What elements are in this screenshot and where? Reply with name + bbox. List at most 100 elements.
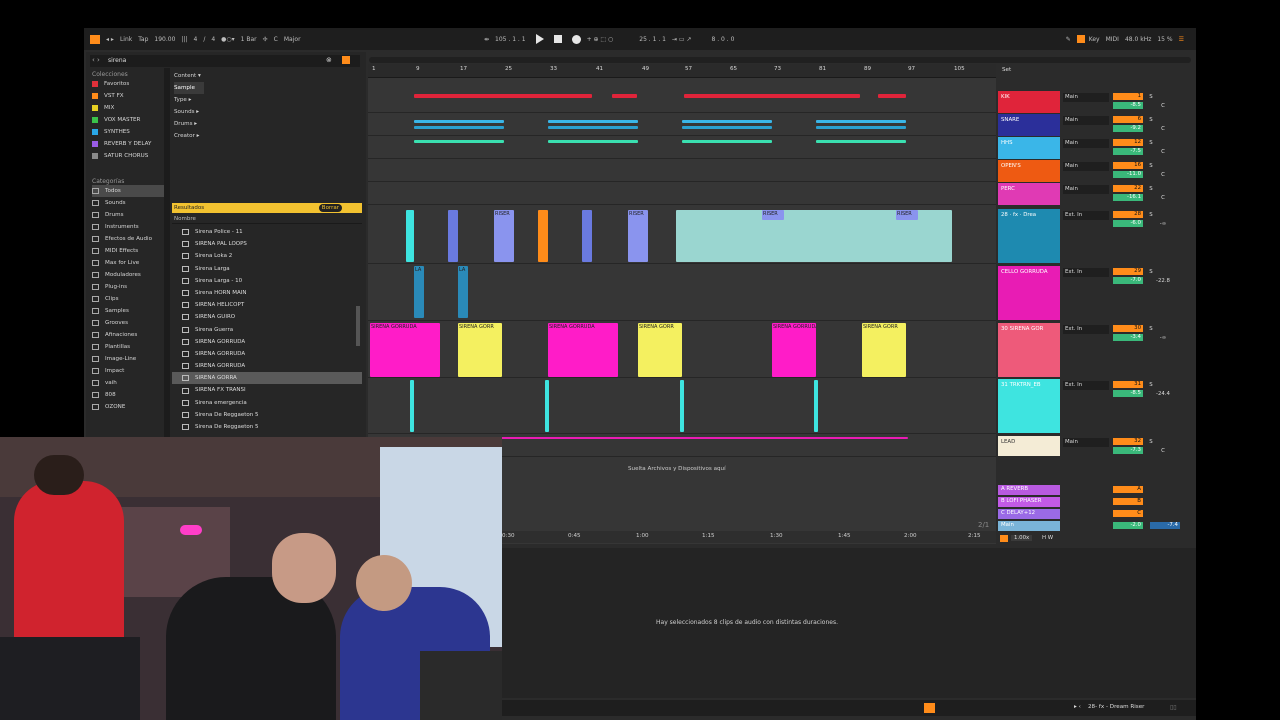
result-row[interactable]: SIRENA GORRUDA	[172, 336, 362, 348]
bar-ruler[interactable]: 1 9 17 25 33 41 49 57 65 73 81 89 97 105	[368, 64, 996, 78]
hw-buttons[interactable]: H W	[1042, 535, 1053, 541]
category-item[interactable]: Sounds	[92, 197, 164, 209]
track-routing-select[interactable]: Main	[1063, 116, 1109, 125]
category-item[interactable]: Instruments	[92, 221, 164, 233]
category-item[interactable]: Max for Live	[92, 257, 164, 269]
result-row[interactable]: Sirena Larga - 10	[172, 275, 362, 287]
category-item[interactable]: Plantillas	[92, 341, 164, 353]
pan-value[interactable]: -∞	[1153, 334, 1173, 342]
hh-pattern-clip[interactable]	[816, 140, 906, 143]
tap-button[interactable]: Tap	[138, 36, 148, 43]
riser-clip[interactable]: RISER	[494, 210, 514, 262]
track-volume[interactable]: -7.5	[1113, 148, 1143, 155]
kick-clip[interactable]	[612, 94, 637, 98]
browser-scrollbar[interactable]	[164, 68, 170, 438]
play-icon[interactable]	[535, 34, 544, 44]
pan-value[interactable]: C	[1153, 102, 1173, 110]
result-row[interactable]: SIRENA FX TRANSI	[172, 384, 362, 396]
track-routing-select[interactable]: Ext. In	[1063, 211, 1109, 220]
track-volume[interactable]: -8.5	[1113, 102, 1143, 109]
result-row[interactable]: Sirena Loka 2	[172, 250, 362, 262]
snare-pattern-clip[interactable]	[414, 120, 504, 123]
record-mode-icon[interactable]: ●○▾	[221, 36, 234, 43]
name-header[interactable]: Nombre	[172, 214, 362, 224]
category-item[interactable]: Moduladores	[92, 269, 164, 281]
pan-value[interactable]: C	[1153, 148, 1173, 156]
snare-pattern-clip[interactable]	[816, 120, 906, 123]
track-number[interactable]: 29	[1113, 268, 1143, 275]
kick-clip[interactable]	[878, 94, 906, 98]
return-track-header[interactable]: C DELAY+12	[998, 509, 1060, 519]
category-item[interactable]: Impact	[92, 365, 164, 377]
scale-select[interactable]: Major	[284, 36, 301, 43]
track-lane[interactable]	[368, 113, 996, 136]
category-item[interactable]: MIDI Effects	[92, 245, 164, 257]
result-row[interactable]: Sirena Larga	[172, 263, 362, 275]
solo-button[interactable]: S	[1146, 139, 1156, 147]
track-number[interactable]: 30	[1113, 325, 1143, 332]
return-track-header[interactable]: Main	[998, 521, 1060, 531]
quantize-select[interactable]: 1 Bar	[241, 36, 257, 43]
category-item[interactable]: Samples	[92, 305, 164, 317]
key-map-label[interactable]: Key	[1089, 36, 1100, 43]
status-warning-icon[interactable]	[924, 703, 935, 713]
collection-item[interactable]: Favoritos	[92, 78, 164, 90]
riser-clip[interactable]	[448, 210, 458, 262]
track-header[interactable]: PERC	[998, 183, 1060, 205]
sirena-clip[interactable]: SIRENA GORRUDA	[772, 323, 816, 377]
riser-clip[interactable]: RISER	[628, 210, 648, 262]
snare-pattern-clip[interactable]	[548, 126, 638, 129]
track-number[interactable]: 28	[1113, 211, 1143, 218]
track-number[interactable]: 32	[1113, 438, 1143, 445]
filter-item[interactable]: Sounds ▸	[174, 106, 274, 118]
result-row[interactable]: SIRENA GORRUDA	[172, 348, 362, 360]
loop-start-field[interactable]: 25 . 1 . 1	[639, 36, 666, 43]
collection-item[interactable]: MIX	[92, 102, 164, 114]
scale-icon[interactable]: ✢	[263, 36, 268, 43]
search-nav-icon[interactable]: ‹ ›	[92, 56, 100, 64]
collection-item[interactable]: VST FX	[92, 90, 164, 102]
nav-arrows-icon[interactable]: ◂ ▸	[106, 36, 114, 43]
la-clip[interactable]: LA	[414, 266, 424, 318]
hh-pattern-clip[interactable]	[682, 140, 772, 143]
collection-item[interactable]: VOX MASTER	[92, 114, 164, 126]
riser-clip[interactable]	[406, 210, 414, 262]
track-number[interactable]: 31	[1113, 381, 1143, 388]
track-volume[interactable]: -7.0	[1113, 277, 1143, 284]
master-zoom[interactable]: 1.00x	[1011, 535, 1033, 541]
category-item[interactable]: vaih	[92, 377, 164, 389]
track-routing-select[interactable]: Main	[1063, 438, 1109, 447]
track-header[interactable]: CELLO GORRUDA	[998, 266, 1060, 320]
solo-button[interactable]: S	[1146, 116, 1156, 124]
track-volume[interactable]: -11.0	[1113, 171, 1143, 178]
riser-clip[interactable]: RISER	[762, 210, 784, 220]
category-item[interactable]: Grooves	[92, 317, 164, 329]
solo-button[interactable]: S	[1146, 381, 1156, 389]
result-row[interactable]: Sirena emergencia	[172, 397, 362, 409]
track-routing-select[interactable]: Ext. In	[1063, 381, 1109, 390]
pan-value[interactable]: C	[1153, 171, 1173, 179]
sirena-clip[interactable]: SIRENA GORRUDA	[548, 323, 618, 377]
set-label[interactable]: Set	[1002, 67, 1011, 73]
status-layout-icon[interactable]: ▯▯	[1170, 704, 1177, 711]
track-header[interactable]: 28 · fx · Drea	[998, 209, 1060, 263]
solo-button[interactable]: S	[1146, 211, 1156, 219]
track-routing-select[interactable]: Main	[1063, 185, 1109, 194]
draw-mode-icon[interactable]: ✎	[1066, 36, 1071, 43]
pan-value[interactable]: -∞	[1153, 220, 1173, 228]
track-header[interactable]: 30 SIRENA GOR	[998, 323, 1060, 377]
result-row[interactable]: SIRENA HELICOPT	[172, 299, 362, 311]
track-number[interactable]: 12	[1113, 139, 1143, 146]
return-id[interactable]: A	[1113, 486, 1143, 493]
return-track-header[interactable]: B LOFI PHASER	[998, 497, 1060, 507]
sirena-clip[interactable]: SIRENA GORR	[862, 323, 906, 377]
time-ruler[interactable]: 0:30 0:45 1:00 1:15 1:30 1:45 2:00 2:15	[502, 531, 996, 543]
result-row[interactable]: Sirena HORN MAIN	[172, 287, 362, 299]
browser-search-input[interactable]: sirena	[90, 55, 360, 67]
track-routing-select[interactable]: Main	[1063, 93, 1109, 102]
result-row[interactable]: SIRENA GORRA	[172, 372, 362, 385]
master-icon[interactable]	[1000, 535, 1008, 542]
tempo-field[interactable]: 190.00	[154, 36, 175, 43]
result-row[interactable]: Sirena De Reggaeton 5	[172, 421, 362, 433]
track-routing-select[interactable]: Ext. In	[1063, 325, 1109, 334]
